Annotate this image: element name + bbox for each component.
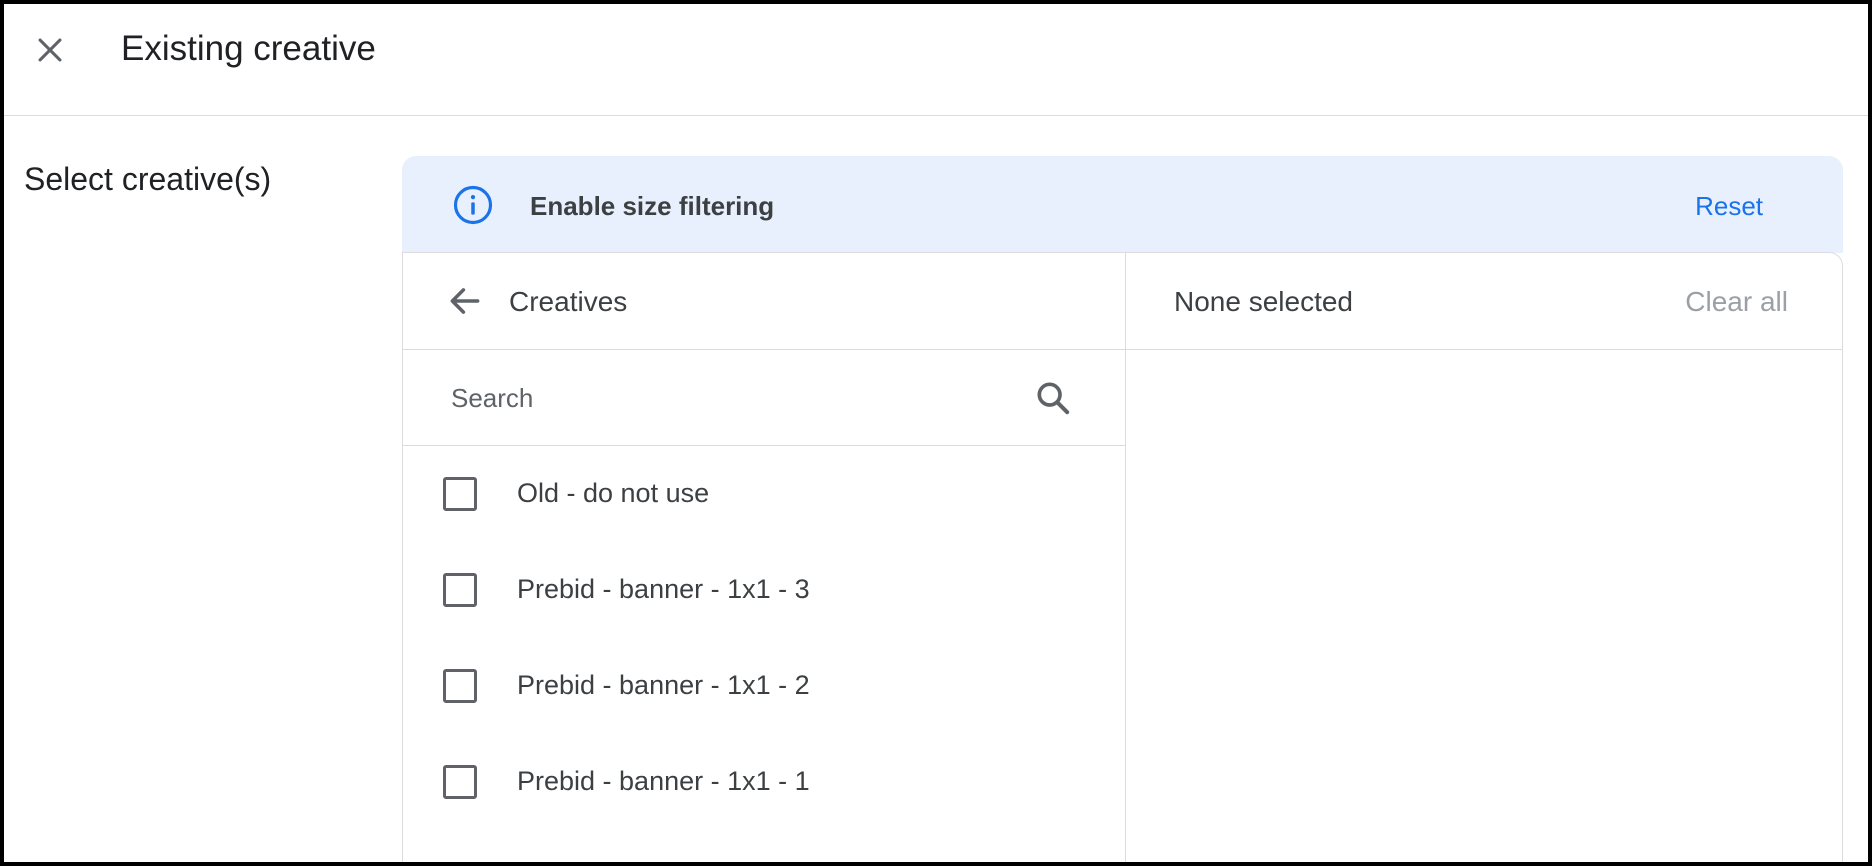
item-label: Old - do not use xyxy=(517,478,710,508)
list-item[interactable]: Prebid - banner - 1x1 - 3 xyxy=(403,542,1125,638)
list-item[interactable]: Prebid - banner - 1x1 - 1 xyxy=(403,734,1125,830)
available-creatives-pane: Creatives Old - do not use xyxy=(403,253,1126,862)
selected-creatives-pane: None selected Clear all xyxy=(1126,253,1842,862)
info-banner: Enable size filtering Reset xyxy=(402,156,1843,253)
selected-count-label: None selected xyxy=(1174,286,1354,317)
checkbox[interactable] xyxy=(443,765,477,799)
clear-all-button[interactable]: Clear all xyxy=(1685,285,1788,319)
item-label: Prebid - banner - 1x1 - 2 xyxy=(517,670,810,700)
search-input[interactable] xyxy=(451,374,1011,422)
pane-header: Creatives xyxy=(403,253,1125,350)
list-item[interactable]: Prebid - banner - 1x1 - 2 xyxy=(403,638,1125,734)
close-icon xyxy=(38,38,62,62)
checkbox[interactable] xyxy=(443,573,477,607)
section-label: Select creative(s) xyxy=(24,161,272,197)
banner-text: Enable size filtering xyxy=(530,191,775,221)
back-button[interactable] xyxy=(445,281,485,321)
search-button[interactable] xyxy=(1031,376,1075,420)
creative-list: Old - do not use Prebid - banner - 1x1 -… xyxy=(403,446,1125,830)
search-icon xyxy=(1037,382,1070,415)
dialog-title: Existing creative xyxy=(121,29,376,68)
list-item[interactable]: Old - do not use xyxy=(403,446,1125,542)
info-icon xyxy=(453,185,493,225)
arrow-back-icon xyxy=(450,288,480,314)
pane-title: Creatives xyxy=(509,286,628,317)
selected-pane-header: None selected Clear all xyxy=(1126,253,1842,350)
item-label: Prebid - banner - 1x1 - 1 xyxy=(517,766,810,796)
dialog-frame: Existing creative Select creative(s) Ena… xyxy=(0,0,1872,866)
creative-picker: Creatives Old - do not use xyxy=(402,252,1843,862)
item-label: Prebid - banner - 1x1 - 3 xyxy=(517,574,810,604)
checkbox[interactable] xyxy=(443,669,477,703)
checkbox[interactable] xyxy=(443,477,477,511)
search-row xyxy=(403,350,1125,446)
close-button[interactable] xyxy=(26,26,74,74)
reset-button[interactable]: Reset xyxy=(1695,190,1763,222)
dialog-header: Existing creative xyxy=(4,4,1868,116)
